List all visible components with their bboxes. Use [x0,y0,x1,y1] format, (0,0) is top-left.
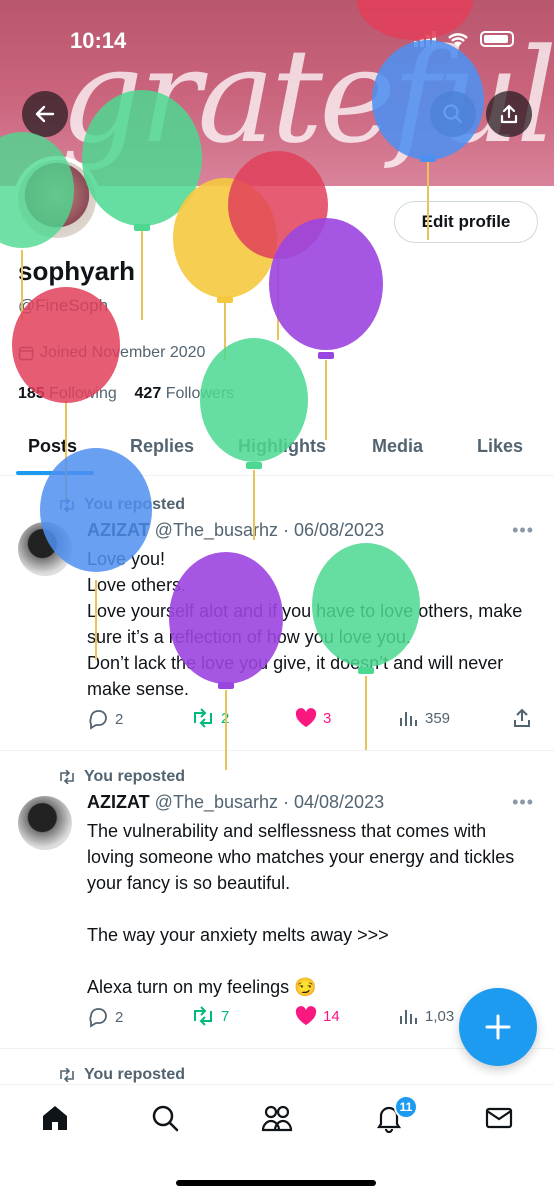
search-icon [443,104,463,124]
compose-button[interactable] [459,988,537,1066]
profile-tabs: Posts Replies Highlights Media Likes [0,424,554,476]
views-icon [400,1010,417,1024]
joined-date: Joined November 2020 [18,344,205,362]
joined-text: Joined November 2020 [40,344,206,361]
profile-avatar[interactable] [14,156,100,242]
repost-indicator: You reposted [58,1066,185,1084]
home-indicator [176,1180,376,1186]
tab-posts[interactable]: Posts [28,436,77,457]
views-button[interactable]: 359 [399,708,450,728]
like-button[interactable]: 14 [295,1006,340,1026]
tab-likes[interactable]: Likes [477,436,523,457]
notifications-badge: 11 [394,1095,418,1119]
post-meta: @The_busarhz · 04/08/2023 [154,792,385,812]
repost-indicator: You reposted [58,768,185,786]
heart-icon [295,1006,317,1025]
status-icons [414,30,514,48]
nav-search[interactable] [148,1101,182,1135]
post-author-name[interactable]: AZIZAT [87,520,150,540]
share-icon [500,104,518,124]
like-button[interactable]: 3 [295,708,331,728]
reply-icon [89,710,107,730]
mail-icon [485,1107,513,1129]
post-more-button[interactable]: ••• [512,520,534,541]
battery-icon [480,31,514,47]
profile-display-name: sophyarh [18,256,136,286]
nav-communities[interactable] [260,1101,294,1135]
active-tab-indicator [16,471,94,475]
views-button[interactable]: 1,03 [399,1006,454,1026]
reply-button[interactable]: 2 [87,708,123,730]
share-profile-button[interactable] [486,91,532,137]
tab-media[interactable]: Media [372,436,423,457]
home-icon [43,1106,67,1130]
signal-icon [414,31,436,47]
arrow-left-icon [35,105,55,123]
post-author-avatar[interactable] [18,796,72,850]
balloon-yellow [173,178,277,360]
tab-highlights[interactable]: Highlights [238,436,326,457]
followers-link[interactable]: 427 Followers [135,385,235,402]
calendar-icon [18,346,34,361]
plus-icon [485,1014,511,1040]
nav-home[interactable] [38,1101,72,1135]
post[interactable]: You reposted AZIZAT @The_busarhz · 06/08… [0,476,554,750]
repost-icon [194,1006,212,1026]
reply-icon [89,1008,107,1028]
views-icon [400,712,417,726]
wifi-icon [448,33,468,47]
repost-icon [60,1068,74,1082]
search-icon [152,1105,179,1132]
repost-icon [194,708,212,728]
status-time: 10:14 [70,28,127,53]
follow-stats: 185 Following 427 Followers [18,385,234,403]
heart-icon [295,708,317,727]
repost-icon [60,498,74,512]
following-link[interactable]: 185 Following [18,385,117,402]
post-meta: @The_busarhz · 06/08/2023 [154,520,385,540]
repost-indicator: You reposted [58,496,185,514]
post-actions: 2 2 3 359 [87,708,537,732]
tab-replies[interactable]: Replies [130,436,194,457]
status-bar: 10:14 [0,0,554,80]
post-text: Love you! Love others. Love yourself alo… [87,549,523,699]
repost-button[interactable]: 2 [191,708,229,728]
repost-icon [60,770,74,784]
repost-button[interactable]: 7 [191,1006,229,1026]
post-more-button[interactable]: ••• [512,792,534,813]
post-header: AZIZAT @The_busarhz · 06/08/2023 [87,520,384,541]
search-button[interactable] [430,91,476,137]
share-button[interactable] [512,708,532,728]
balloon-purple [269,218,383,440]
post-header: AZIZAT @The_busarhz · 04/08/2023 [87,792,384,813]
profile-handle: @FineSoph [18,296,109,315]
reply-button[interactable]: 2 [87,1006,123,1028]
post-text: The vulnerability and selflessness that … [87,821,515,997]
post-author-name[interactable]: AZIZAT [87,792,150,812]
communities-icon [261,1105,293,1132]
post-author-avatar[interactable] [18,522,72,576]
back-button[interactable] [22,91,68,137]
nav-messages[interactable] [482,1101,516,1135]
edit-profile-button[interactable]: Edit profile [394,201,538,243]
share-icon [514,708,530,727]
